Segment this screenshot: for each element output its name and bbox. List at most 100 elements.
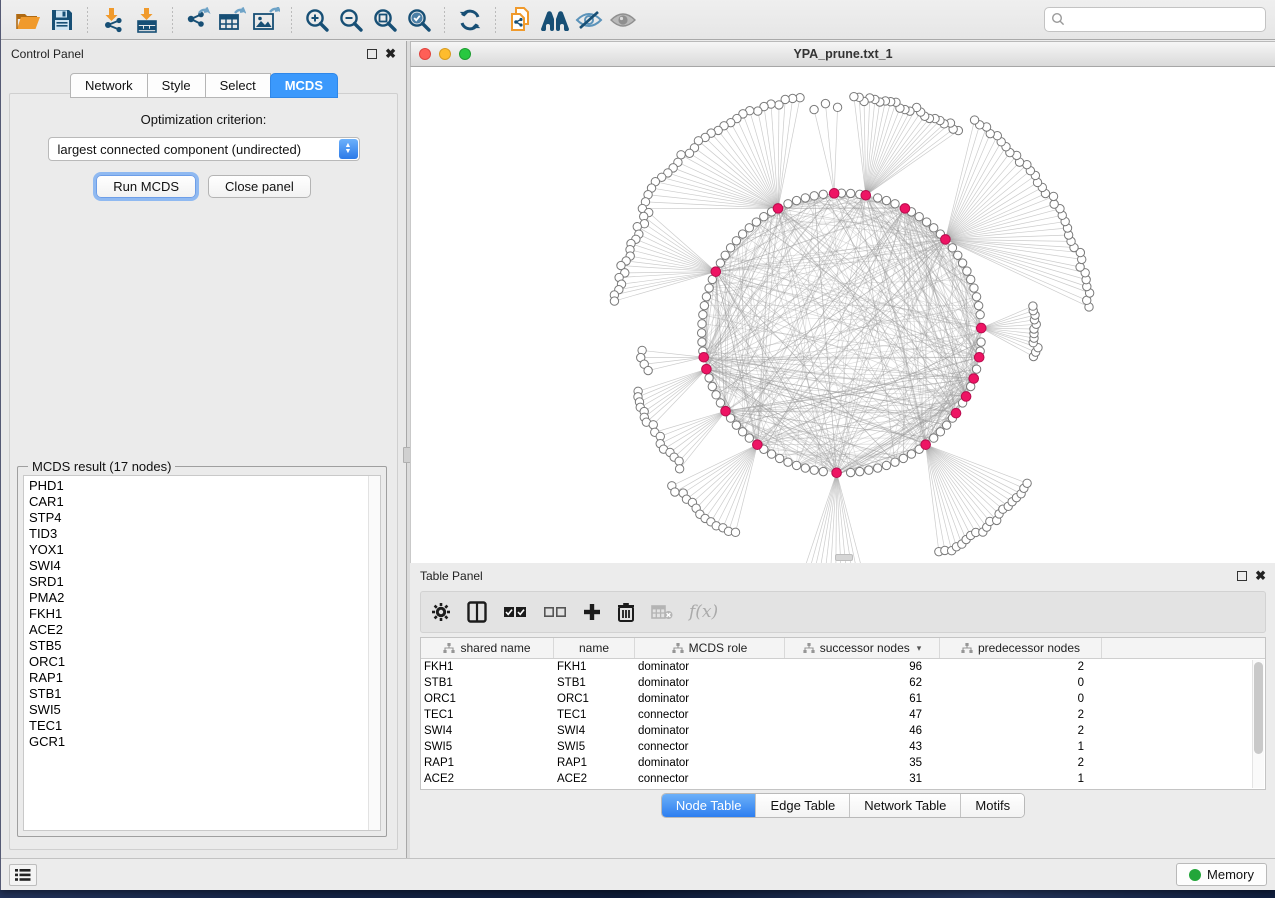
- tab-edge-table[interactable]: Edge Table: [756, 794, 850, 817]
- tab-select[interactable]: Select: [205, 73, 271, 98]
- task-history-button[interactable]: [9, 864, 37, 886]
- import-network-file-icon: [100, 7, 126, 33]
- optimization-criterion-select[interactable]: largest connected component (undirected)…: [48, 137, 360, 161]
- mcds-result-item[interactable]: TID3: [29, 526, 380, 542]
- mcds-result-item[interactable]: SWI5: [29, 702, 380, 718]
- zoom-selected-button[interactable]: [402, 5, 436, 35]
- table-scrollbar[interactable]: [1252, 660, 1264, 788]
- mcds-result-item[interactable]: SRD1: [29, 574, 380, 590]
- zoom-selected-icon: [406, 7, 432, 33]
- mcds-result-item[interactable]: CAR1: [29, 494, 380, 510]
- zoom-in-button[interactable]: [300, 5, 334, 35]
- deselect-checkboxes-button[interactable]: [543, 599, 567, 625]
- settings-gear-button[interactable]: [431, 599, 451, 625]
- mcds-result-list[interactable]: PHD1CAR1STP4TID3YOX1SWI4SRD1PMA2FKH1ACE2…: [23, 475, 381, 831]
- cell-successor_nodes: 61: [785, 693, 940, 705]
- cell-shared_name: FKH1: [421, 661, 554, 673]
- mcds-result-item[interactable]: STP4: [29, 510, 380, 526]
- mcds-result-item[interactable]: YOX1: [29, 542, 380, 558]
- select-all-checkboxes-button[interactable]: [503, 599, 527, 625]
- float-table-panel-icon[interactable]: [1237, 571, 1247, 581]
- add-column-button[interactable]: [583, 599, 601, 625]
- mcds-result-item[interactable]: TEC1: [29, 718, 380, 734]
- column-layout-button[interactable]: [467, 599, 487, 625]
- cell-mcds_role: connector: [635, 789, 785, 790]
- table-row-STB1[interactable]: STB1STB1dominator620: [421, 675, 1265, 691]
- export-table-button[interactable]: [215, 5, 249, 35]
- zoom-fit-button[interactable]: [368, 5, 402, 35]
- mcds-result-item[interactable]: STB1: [29, 686, 380, 702]
- table-scrollbar-thumb[interactable]: [1254, 662, 1263, 754]
- table-row-ORC1[interactable]: ORC1ORC1dominator610: [421, 691, 1265, 707]
- window-zoom-icon[interactable]: [459, 48, 471, 60]
- delete-column-button[interactable]: [617, 599, 635, 625]
- mcds-list-scrollbar[interactable]: [368, 476, 380, 830]
- function-builder-button: f(x): [689, 599, 718, 625]
- cell-mcds_role: connector: [635, 773, 785, 785]
- close-table-panel-icon[interactable]: ✖: [1255, 571, 1266, 581]
- toolbar-group: [181, 5, 283, 35]
- mcds-result-item[interactable]: PMA2: [29, 590, 380, 606]
- hide-selected-button[interactable]: [572, 5, 606, 35]
- main-toolbar: [1, 0, 1275, 40]
- window-minimize-icon[interactable]: [439, 48, 451, 60]
- cell-predecessor_nodes: 2: [940, 725, 1102, 737]
- column-header-MCDS-role[interactable]: MCDS role: [635, 638, 785, 658]
- cell-predecessor_nodes: 1: [940, 773, 1102, 785]
- close-panel-button[interactable]: Close panel: [208, 175, 311, 198]
- table-row-SWI4[interactable]: SWI4SWI4dominator462: [421, 723, 1265, 739]
- mcds-result-item[interactable]: RAP1: [29, 670, 380, 686]
- float-panel-icon[interactable]: [367, 49, 377, 59]
- memory-button[interactable]: Memory: [1176, 863, 1267, 886]
- mcds-result-item[interactable]: STB5: [29, 638, 380, 654]
- export-table-icon: [218, 7, 246, 33]
- network-scroll-grip[interactable]: [835, 554, 853, 561]
- column-header-shared-name[interactable]: shared name: [421, 638, 554, 658]
- import-network-file-button[interactable]: [96, 5, 130, 35]
- import-table-file-button[interactable]: [130, 5, 164, 35]
- column-header-predecessor-nodes[interactable]: predecessor nodes: [940, 638, 1102, 658]
- tab-network[interactable]: Network: [70, 73, 148, 98]
- cell-shared_name: ORC1: [421, 693, 554, 705]
- cell-predecessor_nodes: 2: [940, 709, 1102, 721]
- toolbar-separator: [444, 7, 445, 33]
- first-neighbors-button[interactable]: [538, 5, 572, 35]
- window-close-icon[interactable]: [419, 48, 431, 60]
- tab-style[interactable]: Style: [147, 73, 206, 98]
- control-panel-titlebar: Control Panel ✖: [1, 41, 406, 67]
- network-graph-canvas[interactable]: [410, 67, 1275, 563]
- mcds-result-item[interactable]: FKH1: [29, 606, 380, 622]
- tab-motifs[interactable]: Motifs: [961, 794, 1024, 817]
- close-panel-icon[interactable]: ✖: [385, 49, 396, 59]
- table-row-TEC1[interactable]: TEC1TEC1connector472: [421, 707, 1265, 723]
- column-header-successor-nodes[interactable]: successor nodes▾: [785, 638, 940, 658]
- table-row-YOX1[interactable]: YOX1YOX1connector291: [421, 787, 1265, 790]
- refresh-view-button[interactable]: [453, 5, 487, 35]
- export-network-icon: [184, 7, 212, 33]
- mcds-result-item[interactable]: PHD1: [29, 478, 380, 494]
- clone-network-button[interactable]: [504, 5, 538, 35]
- mcds-result-item[interactable]: GCR1: [29, 734, 380, 750]
- show-all-button[interactable]: [606, 5, 640, 35]
- search-input[interactable]: [1044, 7, 1266, 32]
- tab-node-table[interactable]: Node Table: [662, 794, 757, 817]
- tab-mcds[interactable]: MCDS: [270, 73, 338, 98]
- table-row-FKH1[interactable]: FKH1FKH1dominator962: [421, 659, 1265, 675]
- table-row-ACE2[interactable]: ACE2ACE2connector311: [421, 771, 1265, 787]
- table-row-RAP1[interactable]: RAP1RAP1dominator352: [421, 755, 1265, 771]
- column-header-name[interactable]: name: [554, 638, 635, 658]
- open-session-button[interactable]: [11, 5, 45, 35]
- mcds-result-item[interactable]: ORC1: [29, 654, 380, 670]
- run-mcds-button[interactable]: Run MCDS: [96, 175, 196, 198]
- mcds-result-item[interactable]: ACE2: [29, 622, 380, 638]
- save-session-button[interactable]: [45, 5, 79, 35]
- export-network-button[interactable]: [181, 5, 215, 35]
- mcds-result-item[interactable]: SWI4: [29, 558, 380, 574]
- control-panel-title: Control Panel: [11, 47, 84, 61]
- export-image-button[interactable]: [249, 5, 283, 35]
- table-row-SWI5[interactable]: SWI5SWI5connector431: [421, 739, 1265, 755]
- cell-predecessor_nodes: 1: [940, 789, 1102, 790]
- tab-network-table[interactable]: Network Table: [850, 794, 961, 817]
- zoom-in-icon: [304, 7, 330, 33]
- zoom-out-button[interactable]: [334, 5, 368, 35]
